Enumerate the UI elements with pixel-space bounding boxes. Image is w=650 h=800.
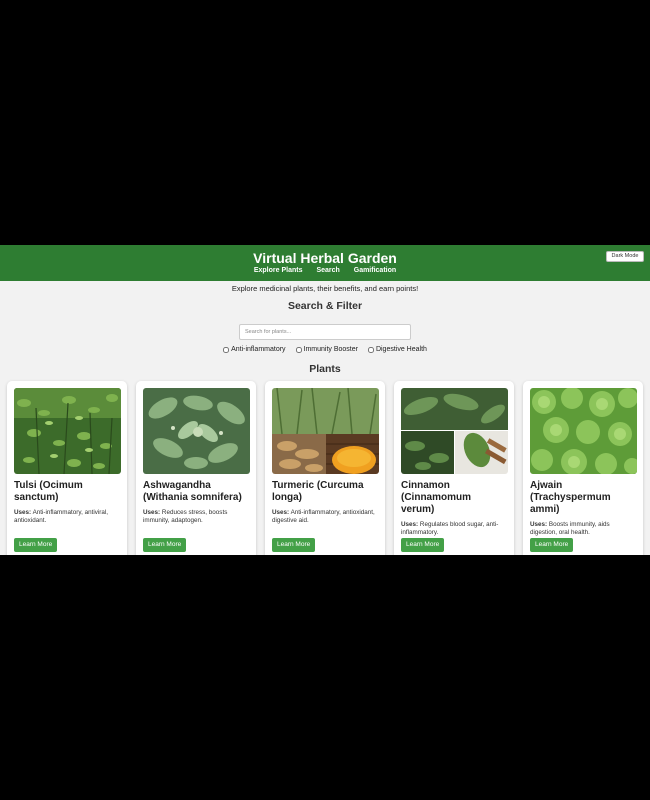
learn-more-button[interactable]: Learn More: [530, 538, 574, 552]
nav-search[interactable]: Search: [316, 267, 339, 274]
filter-label: Digestive Health: [375, 346, 427, 353]
turmeric-image: [272, 388, 379, 474]
plant-name: Turmeric (Curcuma longa): [272, 480, 364, 503]
plant-name: Tulsi (Ocimum sanctum): [14, 480, 83, 503]
uses-label: Uses:: [14, 509, 32, 516]
filter-immunity-booster-checkbox[interactable]: [295, 346, 302, 353]
site-header: Virtual Herbal Garden Explore Plants Sea…: [0, 245, 650, 281]
filter-group: Anti-inflammatory Immunity Booster Diges…: [0, 346, 650, 355]
plant-card-turmeric: Turmeric (Curcuma longa) Uses: Anti-infl…: [265, 381, 385, 555]
plant-uses: Uses: Regulates blood sugar, anti-inflam…: [401, 521, 507, 537]
learn-more-button[interactable]: Learn More: [272, 538, 316, 552]
ashwagandha-image: [143, 388, 250, 474]
ajwain-image: [530, 388, 637, 474]
filter-anti-inflammatory-checkbox[interactable]: [223, 346, 230, 353]
cinnamon-image: [401, 388, 508, 474]
filter-digestive-health-checkbox[interactable]: [367, 346, 374, 353]
plant-uses: Uses: Boosts immunity, aids digestion, o…: [530, 521, 636, 537]
plant-name: Ajwain (Trachyspermum ammi): [530, 480, 611, 515]
filter-anti-inflammatory[interactable]: Anti-inflammatory: [223, 346, 286, 353]
learn-more-button[interactable]: Learn More: [401, 538, 445, 552]
filter-label: Anti-inflammatory: [231, 346, 286, 353]
plant-card-tulsi: Tulsi (Ocimum sanctum) Uses: Anti-inflam…: [7, 381, 127, 555]
plant-uses: Uses: Reduces stress, boosts immunity, a…: [143, 509, 249, 525]
plant-name: Cinnamon (Cinnamomum verum): [401, 480, 471, 515]
app-viewport: Virtual Herbal Garden Explore Plants Sea…: [0, 245, 650, 555]
filter-label: Immunity Booster: [303, 346, 358, 353]
plants-section-title: Plants: [309, 362, 341, 375]
nav-explore-plants[interactable]: Explore Plants: [254, 267, 303, 274]
plant-card-ajwain: Ajwain (Trachyspermum ammi) Uses: Boosts…: [523, 381, 643, 555]
plant-uses: Uses: Anti-inflammatory, antioxidant, di…: [272, 509, 378, 525]
site-title: Virtual Herbal Garden: [253, 250, 397, 266]
uses-label: Uses:: [401, 521, 419, 528]
nav-gamification[interactable]: Gamification: [354, 267, 396, 274]
search-input[interactable]: [239, 324, 411, 340]
filter-digestive-health[interactable]: Digestive Health: [367, 346, 427, 353]
uses-label: Uses:: [530, 521, 548, 528]
uses-label: Uses:: [143, 509, 161, 516]
plant-uses: Uses: Anti-inflammatory, antiviral, anti…: [14, 509, 120, 525]
filter-immunity-booster[interactable]: Immunity Booster: [295, 346, 358, 353]
plant-card-list: Tulsi (Ocimum sanctum) Uses: Anti-inflam…: [7, 381, 647, 555]
tulsi-image: [14, 388, 121, 474]
dark-mode-button[interactable]: Dark Mode: [606, 251, 644, 262]
uses-label: Uses:: [272, 509, 290, 516]
learn-more-button[interactable]: Learn More: [143, 538, 187, 552]
main-nav: Explore Plants Search Gamification: [0, 267, 650, 274]
learn-more-button[interactable]: Learn More: [14, 538, 58, 552]
tagline: Explore medicinal plants, their benefits…: [231, 284, 419, 293]
plant-name: Ashwagandha (Withania somnifera): [143, 480, 242, 503]
plant-card-ashwagandha: Ashwagandha (Withania somnifera) Uses: R…: [136, 381, 256, 555]
search-section-title: Search & Filter: [287, 300, 363, 312]
plant-card-cinnamon: Cinnamon (Cinnamomum verum) Uses: Regula…: [394, 381, 514, 555]
search-bar: [0, 320, 650, 340]
